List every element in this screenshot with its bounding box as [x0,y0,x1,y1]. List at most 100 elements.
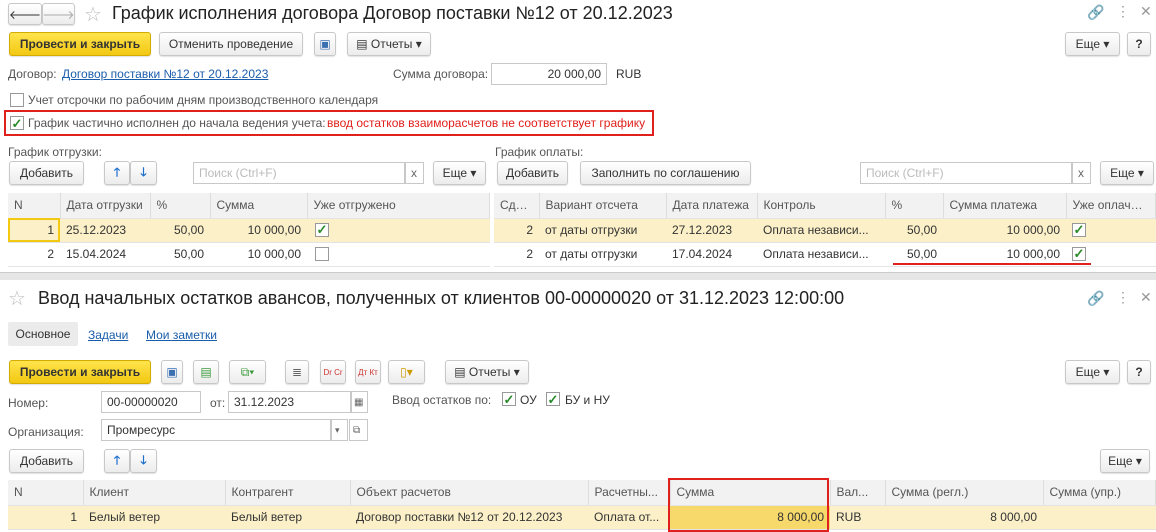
create-based-icon[interactable]: ⧉▾ [229,360,266,384]
link-icon[interactable]: 🔗 [1087,4,1104,21]
ship-table: N Дата отгрузки% Сумма Уже отгружено 1 25.12… [8,193,490,267]
col-header[interactable]: Сумма платежа [943,193,1067,219]
table-row[interactable]: 2 от даты отгрузки 27.12.2023 Оплата незави… [494,218,1156,243]
dr-cr-icon[interactable]: Dr Cr [320,360,346,384]
ship-search-clear[interactable]: x [405,162,424,184]
open-icon[interactable]: ⧉ [349,419,368,441]
col-header[interactable]: Вариант отсчета [539,193,667,219]
calendar-icon[interactable]: ▦ [351,391,368,413]
col-header[interactable]: % [150,193,211,219]
workdays-label: Учет отсрочки по рабочим дням производст… [28,93,379,107]
org-label: Организация: [8,425,84,439]
number-field[interactable]: 00-00000020 [101,391,201,413]
col-header[interactable]: Вал... [830,480,886,506]
move-up-icon[interactable]: 🡑 [104,161,130,185]
col-header[interactable]: N [8,193,61,219]
red-underline [893,263,1091,265]
currency: RUB [616,67,642,81]
col-header[interactable]: Объект расчетов [350,480,589,506]
col-header[interactable]: Уже оплачено [1066,193,1156,219]
col-header[interactable]: Расчетны... [588,480,671,506]
org-field[interactable]: Промресурс [101,419,331,441]
shipped-checkbox[interactable]: ✓ [315,222,329,237]
col-header[interactable]: Дата отгрузки [60,193,151,219]
col-header[interactable]: Сумма [210,193,308,219]
back-button[interactable]: 🡐 [8,3,42,25]
ou-checkbox[interactable]: ✓ [502,392,516,406]
col-header[interactable]: % [885,193,944,219]
dt-kt-icon[interactable]: Дт Кт [355,360,381,384]
help-button[interactable]: ? [1127,32,1151,56]
save-icon[interactable]: ▣ [161,360,183,384]
close-icon[interactable]: ✕ [1140,289,1152,306]
list-icon[interactable]: ≣ [285,360,309,384]
date-field[interactable]: 31.12.2023 [228,391,351,413]
sum-field[interactable]: 20 000,00 [491,63,607,85]
workdays-checkbox[interactable] [10,93,24,107]
link-icon[interactable]: 🔗 [1087,290,1104,307]
pay-more-button[interactable]: Еще ▾ [1100,161,1154,185]
col-header[interactable]: Сдвиг [494,193,540,219]
col-header[interactable]: N [8,480,84,506]
ship-search-input[interactable]: Поиск (Ctrl+F) [193,162,405,184]
ship-more-button[interactable]: Еще ▾ [433,161,486,185]
bu-checkbox[interactable]: ✓ [546,392,560,406]
col-header[interactable]: Дата платежа [666,193,758,219]
table-row[interactable]: 2 15.04.2024 50,00 10 000,00 [8,242,490,267]
col-header[interactable]: Сумма (упр.) [1043,480,1156,506]
add-button[interactable]: Добавить [9,449,84,473]
paid-checkbox[interactable]: ✓ [1072,222,1086,237]
reports-button[interactable]: ▤ Отчеты ▾ [347,32,431,56]
move-down-icon[interactable]: 🡓 [130,161,157,185]
table-row[interactable]: 1 Белый ветер Белый ветер Договор поставки … [8,505,1156,530]
sum-highlight-box [668,478,829,532]
forward-button[interactable]: 🡒 [42,3,75,25]
reports-icon: ▤ [356,37,371,51]
more-button-2[interactable]: Еще ▾ [1065,360,1120,384]
advances-table: N Клиент Контрагент Объект расчетов Расчетны… [8,480,1156,530]
contract-label: Договор: [8,67,57,81]
more-icon[interactable]: ⋮ [1116,289,1130,306]
more-button[interactable]: Еще ▾ [1065,32,1120,56]
table-more-button[interactable]: Еще ▾ [1100,449,1150,473]
contract-link[interactable]: Договор поставки №12 от 20.12.2023 [62,67,268,81]
ship-add-button[interactable]: Добавить [9,161,84,185]
more-icon[interactable]: ⋮ [1116,3,1130,20]
shipped-checkbox[interactable] [315,246,329,261]
page-title-2: Ввод начальных остатков авансов, получен… [38,288,845,308]
reports-button-2[interactable]: ▤ Отчеты ▾ [445,360,529,384]
post-close-button[interactable]: Провести и закрыть [9,32,151,56]
tab-tasks[interactable]: Задачи [88,328,128,342]
cancel-post-button[interactable]: Отменить проведение [159,32,303,56]
fill-by-agreement-button[interactable]: Заполнить по соглашению [580,161,751,185]
close-icon[interactable]: ✕ [1140,3,1152,20]
help-button-2[interactable]: ? [1127,360,1151,384]
move-up-icon[interactable]: 🡑 [104,449,130,473]
pay-search-clear[interactable]: x [1072,162,1091,184]
pay-add-button[interactable]: Добавить [497,161,568,185]
partially-done-checkbox[interactable]: ✓ [10,116,24,130]
star-icon[interactable]: ☆ [84,2,102,27]
save-icon[interactable]: ▣ [314,32,336,56]
from-label: от: [210,396,226,410]
post-icon[interactable]: ▤ [193,360,219,384]
post-close-button-2[interactable]: Провести и закрыть [9,360,151,384]
col-header[interactable]: Сумма (регл.) [885,480,1044,506]
col-header[interactable]: Клиент [83,480,226,506]
move-down-icon[interactable]: 🡓 [130,449,157,473]
col-header[interactable]: Контрагент [225,480,351,506]
paid-checkbox[interactable]: ✓ [1072,246,1086,261]
partially-done-label: График частично исполнен до начала веден… [28,116,326,130]
col-header[interactable]: Уже отгружено [307,193,490,219]
tab-main[interactable]: Основное [8,322,78,346]
table-row[interactable]: 1 25.12.2023 50,00 10 000,00 ✓ [8,218,490,243]
splitter[interactable] [0,272,1156,280]
attachments-icon[interactable]: ▯▾ [388,360,425,384]
star-icon[interactable]: ☆ [8,286,26,311]
balances-label: Ввод остатков по: [392,393,492,407]
tab-notes[interactable]: Мои заметки [146,328,217,342]
col-header[interactable]: Контроль [757,193,886,219]
pay-search-input[interactable]: Поиск (Ctrl+F) [860,162,1072,184]
ship-title: График отгрузки: [8,145,102,159]
org-dropdown-icon[interactable]: ▾ [331,419,348,441]
